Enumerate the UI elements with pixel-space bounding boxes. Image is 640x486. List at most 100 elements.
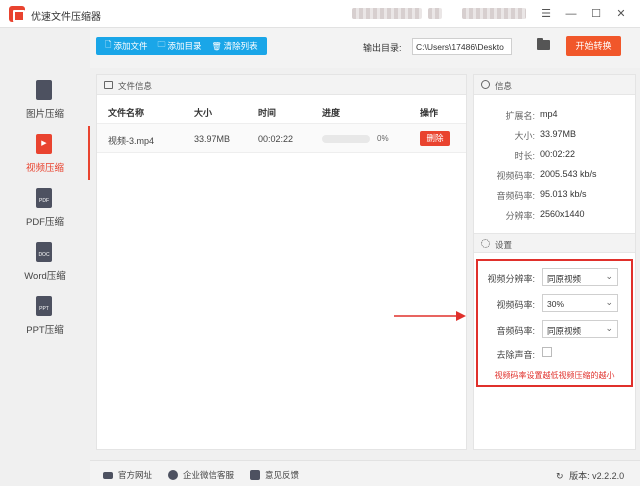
chevron-down-icon: ⌄ [605, 323, 613, 333]
info-row-resolution: 分辨率: 2560x1440 [474, 209, 635, 223]
annotation-arrow-icon [394, 311, 466, 321]
info-key: 时长: [514, 151, 535, 161]
info-header: 信息 [474, 75, 635, 95]
info-panel: 信息 扩展名: mp4 大小: 33.97MB 时长: 00:02:22 视频码… [473, 74, 636, 450]
table-row[interactable]: 视频-3.mp4 33.97MB 00:02:22 0% 删除 [97, 123, 466, 153]
close-icon[interactable]: ✕ [613, 6, 629, 22]
mute-checkbox[interactable] [542, 347, 552, 357]
bitrate-hint: 视频码率设置越低视频压缩的越小 [494, 371, 615, 380]
video-bitrate-value: 30% [547, 299, 565, 309]
output-directory-label: 输出目录: [363, 43, 402, 53]
sidebar-item-pdf[interactable]: PDF PDF压缩 [0, 180, 90, 234]
clear-list-button[interactable]: 🗑 清除列表 [206, 37, 262, 55]
start-convert-button[interactable]: 开始转换 [566, 36, 621, 56]
info-key: 视频码率: [496, 171, 535, 181]
file-name: 视频-3.mp4 [108, 136, 155, 146]
mute-setting: 去除声音: [478, 344, 631, 362]
info-value: mp4 [540, 109, 558, 119]
sidebar-item-video[interactable]: ▶ 视频压缩 [0, 126, 90, 180]
progress-percent: 0% [377, 134, 389, 143]
audio-bitrate-label: 音频码率: [496, 326, 535, 336]
info-title: 信息 [495, 81, 513, 91]
file-list-panel: 文件信息 文件名称 大小 时间 进度 操作 视频-3.mp4 33.97MB 0… [96, 74, 467, 450]
info-value: 00:02:22 [540, 149, 576, 159]
audio-bitrate-setting: 音频码率: 同原视频 ⌄ [478, 320, 631, 338]
output-directory-input[interactable]: C:\Users\17486\Deskto [412, 38, 512, 55]
column-header-name: 文件名称 [108, 108, 145, 118]
gear-icon [481, 239, 490, 248]
column-header-time: 时间 [258, 108, 277, 118]
sidebar-item-label: PPT压缩 [26, 325, 64, 336]
status-bar: 官方网址 企业微信客服 意见反馈 ↻ 版本: v2.2.2.0 [90, 460, 640, 486]
website-label: 官方网址 [118, 470, 153, 480]
info-row-audio-bitrate: 音频码率: 95.013 kb/s [474, 189, 635, 203]
image-icon [104, 81, 113, 89]
website-link[interactable]: 官方网址 [103, 469, 152, 481]
video-bitrate-setting: 视频码率: 30% ⌄ [478, 294, 631, 312]
blurred-account-info [352, 8, 422, 19]
sidebar-item-label: 图片压缩 [25, 109, 64, 120]
audio-bitrate-select[interactable]: 同原视频 ⌄ [542, 320, 618, 338]
add-file-button[interactable]: 🗋 添加文件 [100, 37, 152, 55]
pdf-file-icon: PDF [36, 188, 52, 208]
menu-icon[interactable]: ☰ [538, 6, 554, 22]
resolution-setting: 视频分辨率: 同原视频 ⌄ [478, 268, 631, 286]
blurred-user-name [462, 8, 526, 19]
column-header-action: 操作 [420, 108, 439, 118]
resolution-value: 同原视频 [547, 274, 582, 284]
info-key: 大小: [514, 131, 535, 141]
sidebar-item-ppt[interactable]: PPT PPT压缩 [0, 288, 90, 342]
support-label: 企业微信客服 [183, 470, 235, 480]
word-file-icon: DOC [36, 242, 52, 262]
resolution-select[interactable]: 同原视频 ⌄ [542, 268, 618, 286]
info-value: 2560x1440 [540, 209, 585, 219]
info-key: 扩展名: [505, 111, 535, 121]
version-label: 版本: v2.2.2.0 [569, 471, 625, 481]
file-size: 33.97MB [194, 134, 231, 144]
resolution-label: 视频分辨率: [487, 274, 535, 284]
settings-header: 设置 [474, 233, 635, 253]
sidebar-item-label: PDF压缩 [25, 217, 64, 228]
refresh-icon[interactable]: ↻ [556, 471, 564, 481]
delete-button[interactable]: 删除 [420, 131, 450, 146]
mute-label: 去除声音: [496, 350, 535, 360]
video-bitrate-label: 视频码率: [496, 300, 535, 310]
blurred-avatar [428, 8, 442, 19]
add-file-label: 添加文件 [113, 41, 148, 51]
add-directory-label: 添加目录 [167, 41, 202, 51]
audio-bitrate-value: 同原视频 [547, 326, 582, 336]
image-file-icon [36, 80, 52, 100]
browse-folder-icon[interactable] [537, 38, 550, 50]
add-file-icon: 🗋 [105, 40, 112, 49]
info-row-video-bitrate: 视频码率: 2005.543 kb/s [474, 169, 635, 183]
ppt-file-icon: PPT [36, 296, 52, 316]
version-info: ↻ 版本: v2.2.2.0 [556, 469, 624, 482]
video-file-icon: ▶ [36, 134, 52, 154]
column-header-size: 大小 [194, 108, 213, 118]
minimize-icon[interactable]: — [563, 6, 579, 22]
info-row-size: 大小: 33.97MB [474, 129, 635, 143]
video-bitrate-select[interactable]: 30% ⌄ [542, 294, 618, 312]
info-icon [481, 80, 490, 89]
column-header-progress: 进度 [322, 108, 341, 118]
sidebar-item-image[interactable]: 图片压缩 [0, 72, 90, 126]
maximize-icon[interactable]: ☐ [588, 6, 604, 22]
clear-list-label: 清除列表 [223, 41, 258, 51]
add-directory-button[interactable]: 🗀 添加目录 [152, 37, 206, 55]
info-row-duration: 时长: 00:02:22 [474, 149, 635, 163]
info-value: 95.013 kb/s [540, 189, 587, 199]
file-actions-group: 🗋 添加文件 🗀 添加目录 🗑 清除列表 [96, 37, 267, 55]
trash-icon: 🗑 [211, 41, 222, 51]
sidebar: 图片压缩 ▶ 视频压缩 PDF PDF压缩 DOC Word压缩 PPT PPT… [0, 68, 90, 460]
app-title: 优速文件压缩器 [31, 12, 101, 23]
feedback-icon [250, 470, 260, 480]
info-value: 2005.543 kb/s [540, 169, 597, 179]
chevron-down-icon: ⌄ [605, 271, 613, 281]
feedback-link[interactable]: 意见反馈 [250, 469, 299, 481]
sidebar-item-word[interactable]: DOC Word压缩 [0, 234, 90, 288]
toolbar: 🗋 添加文件 🗀 添加目录 🗑 清除列表 输出目录: C:\Users\1748… [90, 28, 640, 68]
file-duration: 00:02:22 [258, 134, 294, 144]
feedback-label: 意见反馈 [265, 470, 300, 480]
file-list-title: 文件信息 [118, 81, 153, 91]
support-link[interactable]: 企业微信客服 [168, 469, 234, 481]
